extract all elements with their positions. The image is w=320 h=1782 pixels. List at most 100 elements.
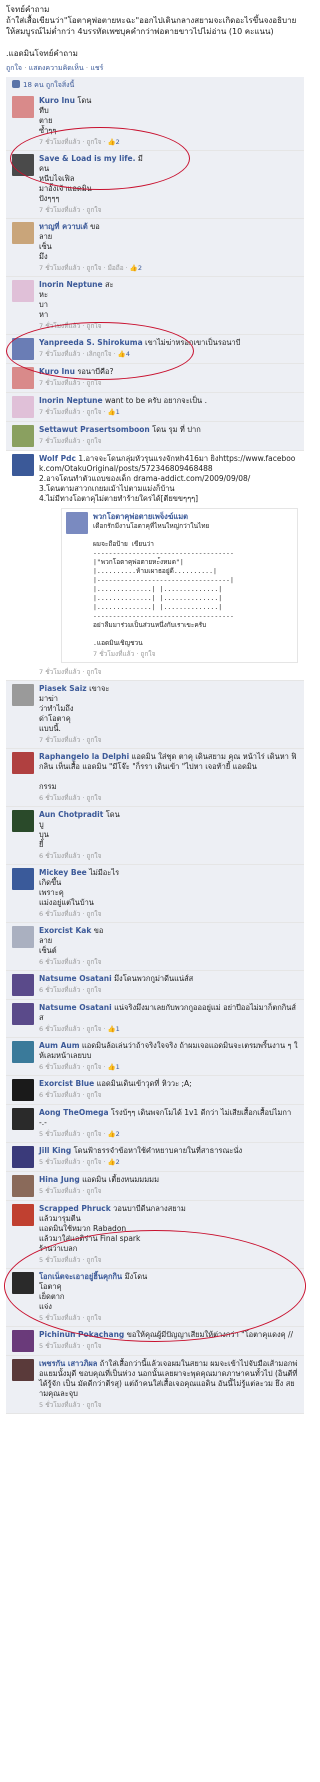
comment-body: Aong TheOmega โรงบ้ๆๆ เดินพจกโมได้ 1v1 ด… (39, 1108, 298, 1139)
avatar[interactable] (12, 154, 34, 176)
comment-body: Exorcist Blue แอดมินเดินเข้าวุดที่ หิววะ… (39, 1079, 298, 1101)
thumbs-up-icon: 👍 (117, 350, 126, 358)
share-link[interactable]: แชร์ (90, 64, 103, 72)
comment-like-count[interactable]: 4 (126, 350, 130, 358)
avatar[interactable] (12, 367, 34, 389)
avatar[interactable] (12, 222, 34, 244)
comment-meta: 6 ชั่วโมงที่แล้ว · ถูกใจ (39, 793, 298, 803)
commenter-name[interactable]: Pichinun Pokachang (39, 1330, 124, 1339)
commenter-name[interactable]: Exorcist Blue (39, 1079, 94, 1088)
commenter-name[interactable]: Save & Load is my life. (39, 154, 135, 163)
commenter-name[interactable]: Wolf Pdc (39, 454, 76, 463)
comment-body: Aun Chotpradit โดน บู บุน ยี้ 6 ชั่วโมงที… (39, 810, 298, 861)
avatar[interactable] (12, 1108, 34, 1130)
comment-timestamp: 6 ชั่วโมงที่แล้ว · ถูกใจ (39, 910, 102, 918)
comment-meta: 7 ชั่วโมงที่แล้ว · เลิกถูกใจ · 👍4 (39, 349, 298, 359)
commenter-name[interactable]: Jill King (39, 1146, 71, 1155)
commenter-name[interactable]: Exorcist Kak (39, 926, 91, 935)
comment-like-count[interactable]: 2 (116, 1158, 120, 1166)
shared-page-name[interactable]: พวกโอตาคุพ่อตายเพจ็งฆ์แมต (93, 512, 293, 522)
commenter-name[interactable]: Aong TheOmega (39, 1108, 109, 1117)
commenter-name[interactable]: โอกเน็ตจะเอาอยู่ฮิ้นคุกกิน (39, 1272, 122, 1281)
avatar[interactable] (12, 338, 34, 360)
page-avatar[interactable] (66, 512, 88, 534)
avatar[interactable] (12, 684, 34, 706)
comment: Settawut Prasertsomboon โดน รุม ที่ ปาก 7… (6, 422, 304, 451)
comment-like-count[interactable]: 2 (116, 138, 120, 146)
avatar[interactable] (12, 1330, 34, 1352)
commenter-name[interactable]: เพชรกัน เสาวภิผล (39, 1359, 97, 1368)
comment-timestamp: 7 ชั่วโมงที่แล้ว · ถูกใจ (39, 736, 102, 744)
comment: Pichinun Pokachang ขอให้คุณผู้มีปัญญาเสี… (6, 1327, 304, 1356)
comment-timestamp: 7 ชั่วโมงที่แล้ว · ถูกใจ (39, 206, 102, 214)
comment: Mickey Bee ไม่มีอะไร เกิดขึ้น เพราะคุ แม… (6, 865, 304, 923)
avatar[interactable] (12, 396, 34, 418)
comment-like-count[interactable]: 2 (116, 1130, 120, 1138)
comment-body: เพชรกัน เสาวภิผล ถ้าใส่เสื้อกว่านี้แล้วเ… (39, 1359, 298, 1410)
shared-post[interactable]: พวกโอตาคุพ่อตายเพจ็งฆ์แมต เดือกรักมีงานโอ… (61, 508, 298, 663)
commenter-name[interactable]: Raphangelo la Delphi (39, 752, 129, 761)
comment: Scrapped Phruck วอนบาบีดีนกลางสยาม แล้วม… (6, 1201, 304, 1269)
commenter-name[interactable]: Yanpreeda S. Shirokuma (39, 338, 143, 347)
avatar[interactable] (12, 810, 34, 832)
commenter-name[interactable]: Inorin Neptune (39, 280, 103, 289)
comment-body: Hina Jung แอดมิน เตี้ยงหนมมมมม 5 ชั่วโมงท… (39, 1175, 298, 1197)
avatar[interactable] (12, 1146, 34, 1168)
commenter-name[interactable]: Kuro Inu (39, 96, 75, 105)
commenter-name[interactable]: Aum Aum (39, 1041, 80, 1050)
avatar[interactable] (12, 868, 34, 890)
avatar[interactable] (12, 974, 34, 996)
comment-like-count[interactable]: 1 (116, 1025, 120, 1033)
avatar[interactable] (12, 926, 34, 948)
comment-body: Scrapped Phruck วอนบาบีดีนกลางสยาม แล้วม… (39, 1204, 298, 1265)
comment-meta: 5 ชั่วโมงที่แล้ว · ถูกใจ (39, 1400, 298, 1410)
commenter-name[interactable]: Aun Chotpradit (39, 810, 103, 819)
comment-timestamp: 7 ชั่วโมงที่แล้ว · ถูกใจ · มือถือ · (39, 264, 130, 272)
comment-meta: 6 ชั่วโมงที่แล้ว · ถูกใจ (39, 851, 298, 861)
comment: Natsume Osatani มึงโดนพวกกูม่าดีนแน่ส์ส 6… (6, 971, 304, 1000)
commenter-name[interactable]: Natsume Osatani (39, 1003, 112, 1012)
avatar[interactable] (12, 96, 34, 118)
comment-timestamp: 5 ชั่วโมงที่แล้ว · ถูกใจ (39, 1314, 102, 1322)
avatar[interactable] (12, 1041, 34, 1063)
likes-count: 18 คน ถูกใจสิ่งนี้ (23, 81, 75, 89)
comment-like-count[interactable]: 2 (138, 264, 142, 272)
commenter-name[interactable]: Natsume Osatani (39, 974, 112, 983)
avatar[interactable] (12, 1175, 34, 1197)
comment-timestamp: 5 ชั่วโมงที่แล้ว · ถูกใจ · (39, 1130, 108, 1138)
comment-like-count[interactable]: 1 (116, 1063, 120, 1071)
likes-bar[interactable]: 18 คน ถูกใจสิ่งนี้ (6, 77, 304, 93)
commenter-name[interactable]: Mickey Bee (39, 868, 87, 877)
comment-body: Aum Aum แอดมินล้อเล่นว่าถ้าจริงใจจริง ถ้… (39, 1041, 298, 1072)
commenter-name[interactable]: Settawut Prasertsomboon (39, 425, 150, 434)
avatar[interactable] (12, 454, 34, 476)
comment-meta: 6 ชั่วโมงที่แล้ว · ถูกใจ · 👍1 (39, 1024, 298, 1034)
commenter-name[interactable]: Hina Jung (39, 1175, 80, 1184)
avatar[interactable] (12, 752, 34, 774)
avatar[interactable] (12, 280, 34, 302)
commenter-name[interactable]: Inorin Neptune (39, 396, 103, 405)
avatar[interactable] (12, 1003, 34, 1025)
thumbs-up-icon: 👍 (107, 1130, 116, 1138)
comment-text: เขาไม่ฆ่าหรอกเขาเป็นรอนาบี (145, 338, 241, 347)
comment-meta: 7 ชั่วโมงที่แล้ว · ถูกใจ · 👍2 (39, 137, 298, 147)
avatar[interactable] (12, 1272, 34, 1294)
comment-meta: 5 ชั่วโมงที่แล้ว · ถูกใจ (39, 1255, 298, 1265)
commenter-name[interactable]: Scrapped Phruck (39, 1204, 111, 1213)
comment-timestamp: 5 ชั่วโมงที่แล้ว · ถูกใจ (39, 1187, 102, 1195)
avatar[interactable] (12, 1079, 34, 1101)
avatar[interactable] (12, 1204, 34, 1226)
commenter-name[interactable]: หาญที่ ควาบเต้ (39, 222, 88, 231)
post: โจทย์คำถาม ถ้าใส่เสื้อเขียนว่า"โอตาคุพ่อ… (0, 0, 310, 75)
like-link[interactable]: ถูกใจ (6, 64, 22, 72)
comment-body: Settawut Prasertsomboon โดน รุม ที่ ปาก 7… (39, 425, 298, 447)
commenter-name[interactable]: Piasek Saiz (39, 684, 87, 693)
comment-like-count[interactable]: 1 (116, 408, 120, 416)
avatar[interactable] (12, 425, 34, 447)
avatar[interactable] (12, 1359, 34, 1381)
comment-body: Exorcist Kak ขอ ลาย เซ็นต์ 6 ชั่วโมงที่แล… (39, 926, 298, 967)
commenter-name[interactable]: Kuro Inu (39, 367, 75, 376)
comment: Aum Aum แอดมินล้อเล่นว่าถ้าจริงใจจริง ถ้… (6, 1038, 304, 1076)
comment-text: รอนาบีคือ? (77, 367, 114, 376)
comment-link[interactable]: แสดงความคิดเห็น (29, 64, 84, 72)
